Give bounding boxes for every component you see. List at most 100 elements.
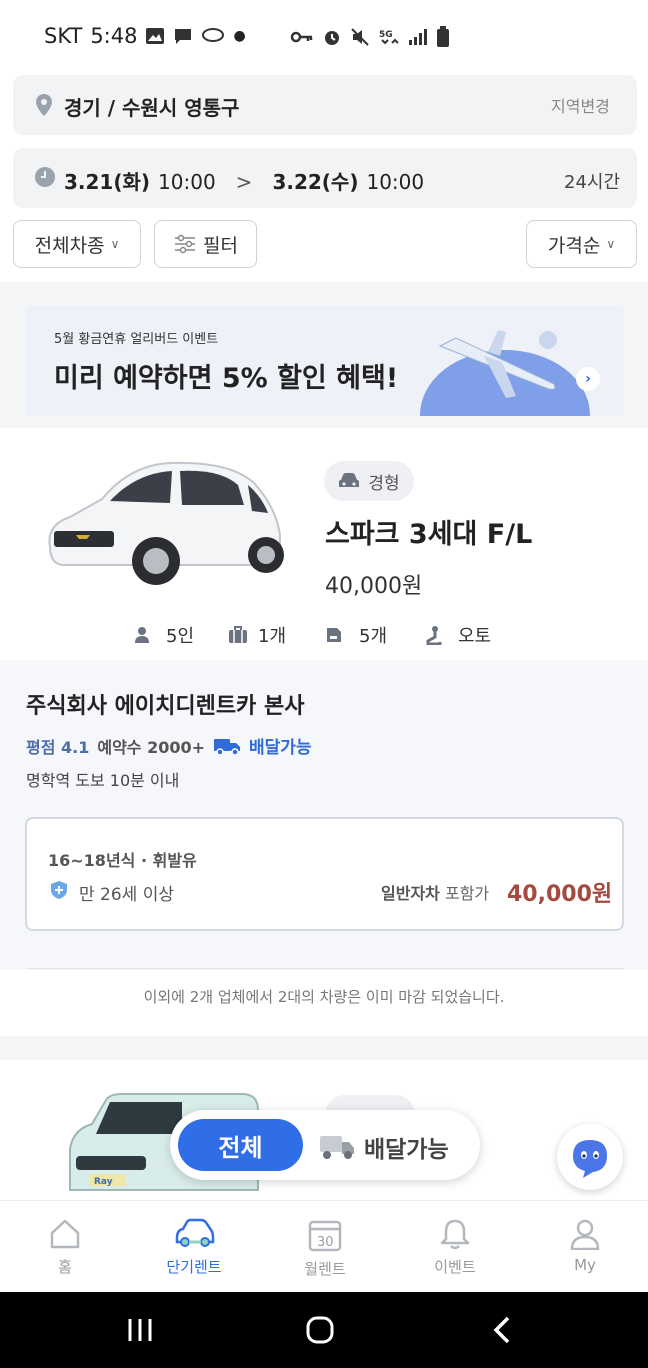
gear-shift-icon	[426, 626, 442, 645]
status-bar-left: SKT 5:48 ●	[44, 24, 246, 48]
chevron-right-icon[interactable]: ›	[576, 367, 600, 391]
tab-short-term-label: 단기렌트	[166, 1258, 222, 1276]
calendar-icon: 30	[308, 1220, 342, 1252]
toggle-all-button[interactable]: 전체	[178, 1119, 303, 1171]
gallery-icon	[146, 28, 165, 44]
tab-event-label: 이벤트	[434, 1258, 476, 1276]
bags-text: 5개	[359, 626, 388, 647]
recent-apps-icon[interactable]	[126, 1316, 154, 1344]
insurance-suffix: 포함가	[444, 884, 490, 903]
delivery-available-label: 배달가능	[249, 738, 312, 758]
seats-text: 5인	[166, 626, 195, 647]
mute-icon	[351, 28, 369, 46]
user-icon	[570, 1219, 600, 1250]
closed-vendors-message: 이외에 2개 업체에서 2대의 차량은 이미 마감 되었습니다.	[143, 988, 505, 1006]
chevron-down-icon: ∨	[110, 237, 120, 251]
battery-icon	[437, 26, 449, 47]
transmission-text: 오토	[458, 626, 492, 647]
change-region-button[interactable]: 지역변경	[551, 93, 610, 117]
spec-seats: 5인	[134, 622, 194, 648]
tab-my[interactable]: My	[535, 1218, 635, 1274]
clock-icon	[35, 167, 55, 187]
location-pin-icon	[36, 94, 52, 116]
company-name[interactable]: 주식회사 에이치디렌트카 본사	[26, 688, 304, 720]
back-icon[interactable]	[490, 1316, 514, 1344]
insurance-type: 일반자차	[381, 884, 440, 903]
carrier-label: SKT	[44, 24, 83, 48]
tab-event[interactable]: 이벤트	[405, 1218, 505, 1277]
alarm-icon	[325, 31, 339, 45]
delivery-truck-icon	[320, 1136, 354, 1159]
tab-monthly-label: 월렌트	[304, 1260, 346, 1278]
luggage-text: 1개	[258, 626, 287, 647]
message-icon	[175, 29, 192, 44]
start-time: 10:00	[158, 170, 216, 194]
car-tab-icon	[175, 1218, 215, 1247]
car-name[interactable]: 스파크 3세대 F/L	[325, 512, 532, 551]
person-icon	[135, 627, 149, 643]
tab-home-label: 홈	[58, 1258, 72, 1276]
end-time: 10:00	[366, 170, 425, 194]
start-date: 3.21(화)	[64, 170, 151, 194]
key-icon	[290, 31, 313, 43]
date-range: 3.21(화) 10:00 > 3.22(수) 10:00	[64, 166, 424, 195]
home-button-icon[interactable]	[305, 1316, 335, 1344]
divider	[26, 968, 624, 969]
rental-offer-card[interactable]	[25, 817, 624, 931]
tab-monthly-rent[interactable]: 30 월렌트	[275, 1218, 375, 1279]
offer-year-fuel: 16~18년식 · 휘발유	[48, 851, 197, 870]
tab-my-label: My	[574, 1256, 596, 1274]
offer-insurance: 일반자차 포함가	[381, 880, 489, 904]
sort-dropdown[interactable]: 가격순 ∨	[526, 220, 637, 268]
5g-signal-icon: 5G	[379, 30, 399, 45]
filter-label: 필터	[203, 234, 238, 257]
chat-icon	[202, 28, 225, 42]
car-price: 40,000원	[325, 574, 423, 599]
car-type-text: 경형	[368, 473, 400, 494]
bell-icon	[440, 1219, 470, 1250]
company-reservations: 예약수 2000+	[97, 737, 206, 757]
car-image	[48, 461, 284, 585]
dot-icon: ●	[233, 28, 246, 44]
car-type-dropdown[interactable]: 전체차종 ∨	[13, 220, 141, 268]
company-location-hint: 명학역 도보 10분 이내	[26, 771, 180, 790]
offer-age-requirement: 만 26세 이상	[79, 885, 174, 905]
delivery-truck-icon	[214, 738, 241, 756]
spec-luggage: 1개	[228, 622, 286, 648]
end-date: 3.22(수)	[272, 170, 359, 194]
clock-label: 5:48	[90, 24, 138, 48]
chatbot-face-icon	[573, 1140, 607, 1178]
calendar-number: 30	[317, 1235, 334, 1250]
sort-label: 가격순	[547, 234, 601, 257]
svg-text:5G: 5G	[379, 30, 393, 40]
car-type-badge: 경형	[324, 461, 414, 501]
chevron-down-icon: ∨	[606, 237, 616, 251]
banner-subtitle: 5월 황금연휴 얼리버드 이벤트	[54, 332, 219, 347]
airplane-icon	[438, 330, 557, 398]
filter-button[interactable]: 필터	[154, 220, 257, 268]
offer-price: 40,000원	[507, 882, 613, 907]
company-rating: 평점 4.1	[26, 737, 90, 757]
date-arrow: >	[235, 170, 253, 194]
second-car-badge: Ray	[94, 1177, 113, 1187]
car-type-label: 전체차종	[34, 234, 105, 257]
section-separator	[0, 1036, 648, 1060]
banner-title: 미리 예약하면 5% 할인 혜택!	[54, 363, 399, 394]
tab-home[interactable]: 홈	[15, 1218, 115, 1277]
tab-short-term-rent[interactable]: 단기렌트	[144, 1218, 244, 1277]
rental-duration: 24시간	[564, 172, 621, 193]
home-icon	[50, 1219, 80, 1249]
bag-icon	[327, 628, 341, 642]
suitcase-icon	[229, 626, 247, 643]
spec-transmission: 오토	[424, 622, 491, 648]
signal-icon	[409, 29, 427, 45]
status-bar-right: 5G	[290, 26, 450, 48]
toggle-delivery-label: 배달가능	[364, 1137, 449, 1163]
company-meta: 평점 4.1 예약수 2000+ 배달가능	[26, 733, 312, 759]
toggle-delivery-button[interactable]: 배달가능	[318, 1130, 449, 1164]
sliders-icon	[175, 234, 196, 254]
chatbot-button[interactable]	[557, 1124, 623, 1190]
shield-icon	[51, 881, 67, 899]
spec-bags: 5개	[325, 622, 387, 648]
car-icon	[339, 473, 360, 487]
